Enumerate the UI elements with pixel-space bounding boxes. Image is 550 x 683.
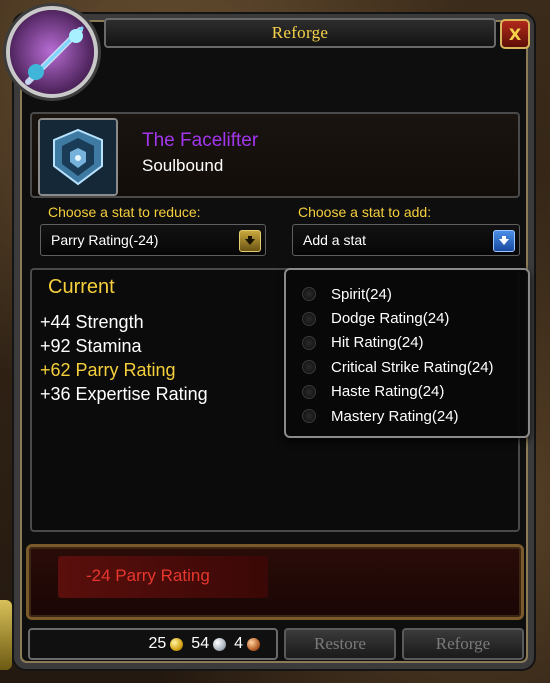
radio-icon	[302, 335, 316, 350]
copper-coin-icon	[247, 637, 260, 651]
menu-item-mastery-rating[interactable]: Mastery Rating(24)	[302, 404, 528, 428]
money-display: 25 54 4	[28, 628, 278, 660]
window-title: Reforge	[271, 23, 329, 42]
radio-icon	[302, 384, 316, 399]
radio-icon	[302, 409, 316, 424]
reduce-dropdown[interactable]: Parry Rating(-24)	[40, 224, 266, 256]
stat-line: +36 Expertise Rating	[40, 384, 208, 404]
stat-line: +44 Strength	[40, 312, 144, 332]
title-bar: Reforge	[104, 18, 496, 48]
item-binding: Soulbound	[142, 156, 224, 175]
chevron-down-icon[interactable]	[239, 230, 261, 252]
restore-button[interactable]: Restore	[284, 628, 396, 660]
item-icon[interactable]	[38, 118, 118, 196]
result-text: -24 Parry Rating	[86, 566, 210, 585]
add-selected-value: Add a stat	[303, 232, 367, 248]
menu-item-dodge-rating[interactable]: Dodge Rating(24)	[302, 306, 528, 330]
menu-item-critical-strike-rating[interactable]: Critical Strike Rating(24)	[302, 355, 528, 379]
gold-amount: 25	[148, 635, 167, 652]
close-icon: X	[508, 24, 522, 44]
radio-icon	[302, 360, 316, 375]
item-name: The Facelifter	[142, 130, 259, 151]
reforge-button[interactable]: Reforge	[402, 628, 524, 660]
current-title: Current	[48, 276, 115, 298]
menu-item-hit-rating[interactable]: Hit Rating(24)	[302, 331, 528, 355]
silver-coin-icon	[213, 637, 227, 651]
close-button[interactable]: X	[500, 19, 530, 49]
add-dropdown[interactable]: Add a stat	[292, 224, 520, 256]
silver-amount: 54	[191, 635, 210, 652]
menu-item-spirit[interactable]: Spirit(24)	[302, 282, 528, 306]
adjacent-frame-edge	[0, 600, 12, 670]
stat-line: +92 Stamina	[40, 336, 142, 356]
menu-item-haste-rating[interactable]: Haste Rating(24)	[302, 380, 528, 404]
gold-coin-icon	[170, 637, 184, 651]
current-stats-list: +44 Strength +92 Stamina +62 Parry Ratin…	[40, 310, 208, 406]
radio-icon	[302, 311, 316, 326]
reduce-selected-value: Parry Rating(-24)	[51, 232, 159, 248]
reforge-portrait-icon	[6, 6, 98, 98]
reduce-label: Choose a stat to reduce:	[48, 204, 201, 220]
chevron-down-icon[interactable]	[493, 230, 515, 252]
stat-line-highlighted: +62 Parry Rating	[40, 360, 176, 380]
copper-amount: 4	[234, 635, 243, 652]
radio-icon	[302, 287, 316, 302]
add-label: Choose a stat to add:	[298, 204, 432, 220]
add-stat-menu: Spirit(24) Dodge Rating(24) Hit Rating(2…	[284, 268, 530, 438]
